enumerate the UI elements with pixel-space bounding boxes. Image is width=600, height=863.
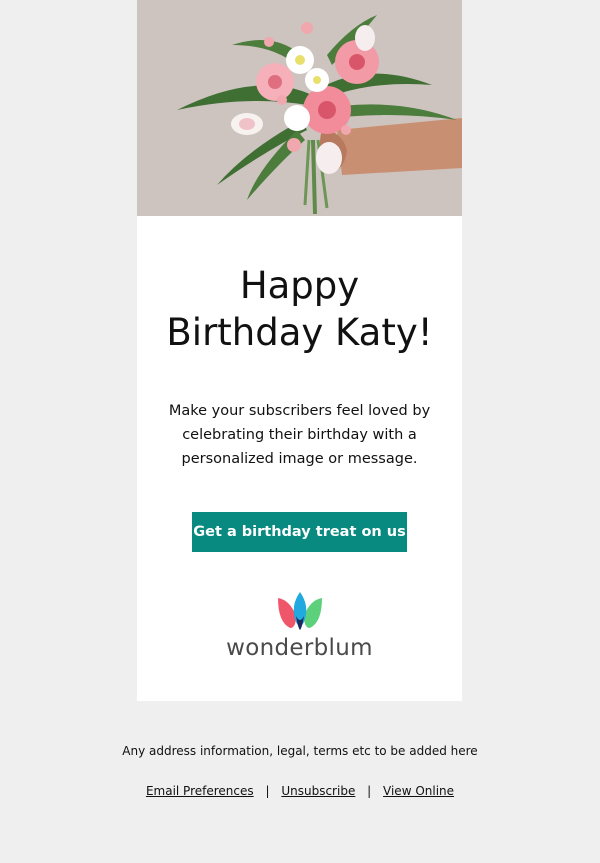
headline-line-1: Happy	[239, 264, 360, 307]
brand-wordmark: wonderblum	[226, 635, 373, 661]
body-line-1: Make your subscribers feel loved by	[168, 403, 431, 419]
footer-legal-text: Any address information, legal, terms et…	[122, 744, 478, 758]
headline-line-2: Birthday Katy!	[166, 311, 433, 354]
footer-links: Email Preferences | Unsubscribe | View O…	[0, 784, 600, 798]
birthday-treat-button[interactable]: Get a birthday treat on us	[192, 512, 407, 552]
link-separator: |	[265, 784, 270, 798]
hero-image	[137, 0, 462, 216]
unsubscribe-link[interactable]: Unsubscribe	[281, 784, 355, 798]
body-line-3: personalized image or message.	[181, 451, 418, 467]
headline: Happy Birthday Katy!	[137, 262, 462, 356]
email-card: Happy Birthday Katy! Make your subscribe…	[137, 0, 462, 701]
flower-bouquet-image	[137, 0, 462, 216]
view-online-link[interactable]: View Online	[383, 784, 454, 798]
body-line-2: celebrating their birthday with a	[182, 427, 417, 443]
email-page: Happy Birthday Katy! Make your subscribe…	[0, 0, 600, 863]
link-separator: |	[367, 784, 372, 798]
email-preferences-link[interactable]: Email Preferences	[146, 784, 254, 798]
tulip-logo-icon	[278, 592, 322, 630]
body-copy: Make your subscribers feel loved by cele…	[157, 399, 442, 471]
